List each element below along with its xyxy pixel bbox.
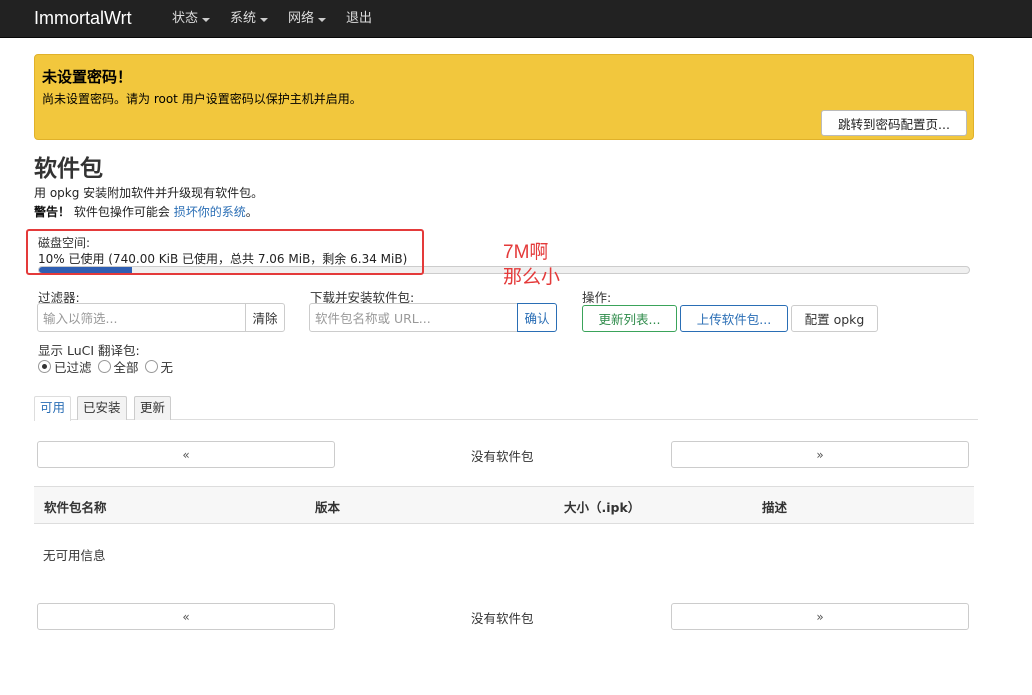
pager-status-bottom: 没有软件包	[471, 611, 534, 626]
next-page-button-bottom[interactable]: »	[671, 603, 969, 630]
warning-bold: 警告！	[34, 205, 71, 219]
go-to-password-button[interactable]: 跳转到密码配置页...	[821, 110, 967, 136]
prev-page-button-bottom[interactable]: «	[37, 603, 335, 630]
package-tabs: 可用 已安装 更新	[34, 396, 978, 421]
table-empty-message: 无可用信息	[43, 548, 106, 563]
pager-status: 没有软件包	[471, 449, 534, 464]
warning-end: 。	[245, 205, 258, 219]
disk-space-label: 磁盘空间:	[38, 236, 91, 250]
col-package-name: 软件包名称	[44, 500, 107, 515]
caret-down-icon	[318, 18, 327, 22]
clear-filter-button[interactable]: 清除	[245, 303, 285, 332]
main-nav: 状态 系统 网络 退出	[172, 0, 392, 38]
actions-label: 操作:	[582, 290, 612, 305]
radio-all-label: 全部	[113, 360, 139, 375]
nav-network-menu[interactable]: 网络	[288, 0, 327, 38]
nav-status-label: 状态	[172, 11, 199, 26]
tab-updates[interactable]: 更新	[134, 396, 172, 420]
nav-system-label: 系统	[230, 11, 257, 26]
col-size: 大小（.ipk）	[564, 500, 641, 515]
radio-all[interactable]: 全部	[97, 357, 139, 376]
nav-network-label: 网络	[288, 11, 315, 26]
password-warning-alert: 未设置密码！ 尚未设置密码。请为 root 用户设置密码以保护主机并启用。 跳转…	[34, 54, 974, 140]
annotation-line-1: 7M啊	[503, 242, 549, 263]
brand-logo[interactable]: ImmortalWrt	[34, 6, 132, 30]
configure-opkg-button[interactable]: 配置 opkg	[791, 305, 878, 332]
radio-unselected-icon	[144, 360, 158, 373]
caret-down-icon	[202, 18, 211, 22]
tab-installed[interactable]: 已安装	[77, 396, 127, 420]
col-description: 描述	[762, 500, 788, 515]
disk-space-text: 10% 已使用 (740.00 KiB 已使用，总共 7.06 MiB，剩余 6…	[38, 252, 408, 266]
caret-down-icon	[260, 18, 269, 22]
upload-package-button[interactable]: 上传软件包...	[680, 305, 788, 332]
next-page-button[interactable]: »	[671, 441, 969, 468]
package-table-header: 软件包名称 版本 大小（.ipk） 描述	[34, 486, 974, 524]
alert-title: 未设置密码！	[42, 68, 133, 86]
page-description: 用 opkg 安装附加软件并升级现有软件包。	[34, 186, 264, 200]
warning-text: 软件包操作可能会	[73, 205, 170, 219]
nav-system-menu[interactable]: 系统	[230, 0, 269, 38]
alert-text: 尚未设置密码。请为 root 用户设置密码以保护主机并启用。	[42, 92, 362, 106]
annotation-line-2: 那么小	[503, 267, 561, 288]
nav-status-menu[interactable]: 状态	[172, 0, 211, 38]
prev-page-button[interactable]: «	[37, 441, 335, 468]
package-url-input[interactable]: 软件包名称或 URL...	[309, 303, 518, 332]
page-warning: 警告！ 软件包操作可能会 损坏你的系统。	[34, 203, 258, 220]
radio-filtered[interactable]: 已过滤	[38, 357, 92, 376]
nav-logout[interactable]: 退出	[346, 0, 372, 38]
annotation-note: 7M啊 那么小	[503, 240, 560, 290]
radio-unselected-icon	[97, 360, 111, 373]
top-navbar: ImmortalWrt 状态 系统 网络 退出	[0, 0, 1032, 38]
page-title: 软件包	[34, 156, 103, 182]
tab-available[interactable]: 可用	[34, 396, 72, 421]
radio-filtered-label: 已过滤	[54, 360, 92, 375]
col-version: 版本	[315, 500, 341, 515]
radio-none[interactable]: 无	[144, 357, 174, 376]
confirm-install-button[interactable]: 确认	[517, 303, 557, 332]
update-lists-button[interactable]: 更新列表...	[582, 305, 677, 332]
filter-input[interactable]: 输入以筛选...	[37, 303, 246, 332]
disk-usage-fill	[39, 267, 132, 273]
translations-radio-group: 已过滤 全部 无	[38, 357, 179, 376]
break-system-link[interactable]: 损坏你的系统	[174, 205, 246, 219]
radio-selected-icon	[38, 360, 51, 373]
nav-logout-label: 退出	[346, 11, 373, 26]
radio-none-label: 无	[160, 360, 174, 375]
